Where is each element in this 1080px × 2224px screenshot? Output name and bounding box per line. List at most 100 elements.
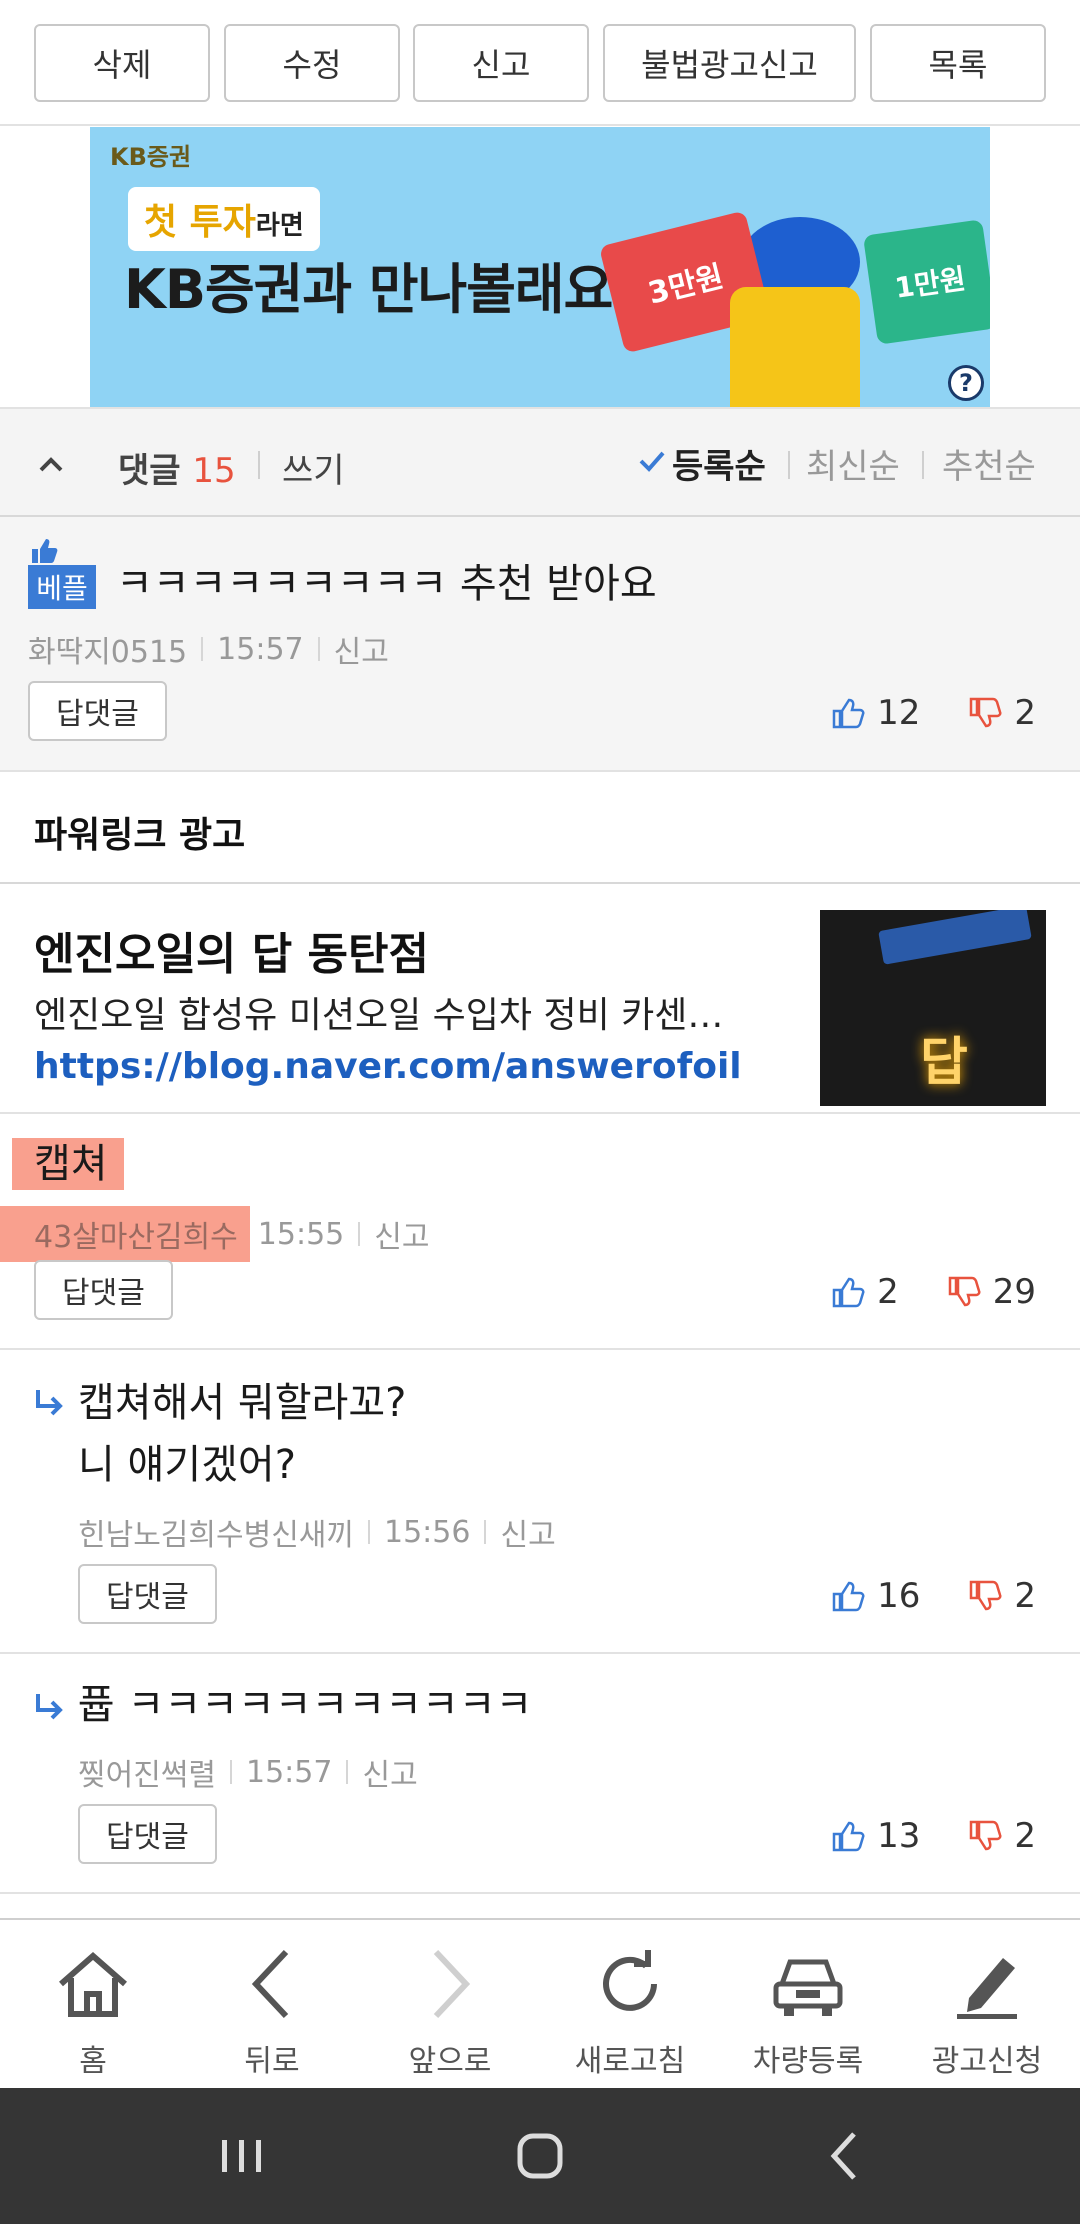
nav-home[interactable]: 홈 (3, 1920, 183, 2090)
comment-text: ㅋㅋㅋㅋㅋㅋㅋㅋㅋ 추천 받아요 (116, 561, 657, 607)
chevron-up-icon[interactable] (36, 449, 66, 479)
comment-time: 15:55 (257, 1216, 345, 1252)
comment-author[interactable]: 43살마산김희수 (0, 1206, 250, 1262)
comment-meta: 찢어진썩렬 15:57 신고 (78, 1750, 418, 1794)
comment-meta: 43살마산김희수 15:55 신고 (0, 1206, 429, 1262)
comment-report-link[interactable]: 신고 (500, 1510, 555, 1554)
ad-help-icon[interactable]: ? (948, 365, 984, 401)
reply-item: 퓹 ㅋㅋㅋㅋㅋㅋㅋㅋㅋㅋㅋ 찢어진썩렬 15:57 신고 답댓글 13 2 (0, 1654, 1080, 1894)
comment-report-link[interactable]: 신고 (334, 627, 389, 671)
sort-recommended[interactable]: 추천순 (942, 439, 1036, 488)
comment-votes: 2 29 (831, 1272, 1036, 1312)
reply-item: 캡쳐해서 뭐할라꼬? 니 얘기겠어? 힌남노김희수병신새끼 15:56 신고 답… (0, 1350, 1080, 1654)
comment-author[interactable]: 찢어진썩렬 (78, 1750, 216, 1794)
downvote-button[interactable]: 2 (968, 1576, 1036, 1616)
thumbs-down-icon (970, 1580, 1002, 1611)
home-button-icon[interactable] (500, 2116, 580, 2196)
nav-refresh[interactable]: 새로고침 (540, 1920, 720, 2090)
nav-ad-request[interactable]: 광고신청 (897, 1920, 1077, 2090)
powerlink-header: 파워링크 광고 (0, 772, 1080, 884)
upvote-button[interactable]: 16 (831, 1576, 920, 1616)
comments-label: 댓글 15 (118, 451, 236, 491)
upvote-button[interactable]: 2 (831, 1272, 899, 1312)
powerlink-title: 파워링크 광고 (34, 815, 246, 856)
banner-phone-illustration (730, 287, 860, 407)
post-action-bar: 삭제 수정 신고 불법광고신고 목록 (0, 0, 1080, 126)
comment-votes: 13 2 (831, 1816, 1036, 1856)
ad-image-text: 답 (920, 1033, 968, 1093)
best-comment-badge: 베플 (28, 535, 96, 613)
thumbs-up-icon (832, 1821, 865, 1852)
comment-item-best: 베플 ㅋㅋㅋㅋㅋㅋㅋㅋㅋ 추천 받아요 화딱지0515 15:57 신고 답댓글… (0, 517, 1080, 772)
thumbs-down-icon (970, 1820, 1002, 1851)
recent-apps-icon[interactable] (202, 2116, 282, 2196)
reply-arrow-icon (36, 1390, 63, 1416)
car-icon (773, 1959, 843, 2016)
powerlink-ad[interactable]: 엔진오일의 답 동탄점 엔진오일 합성유 미션오일 수입차 정비 카센… htt… (0, 884, 1080, 1114)
chevron-left-icon (251, 1949, 289, 2019)
comment-time: 15:57 (246, 1754, 333, 1790)
home-icon (59, 1952, 127, 2017)
reply-button[interactable]: 답댓글 (78, 1564, 217, 1624)
sort-registered[interactable]: 등록순 (672, 439, 766, 488)
nav-forward[interactable]: 앞으로 (360, 1920, 540, 2090)
reply-button[interactable]: 답댓글 (34, 1260, 173, 1320)
delete-button[interactable]: 삭제 (34, 24, 210, 102)
divider (788, 451, 790, 479)
list-button[interactable]: 목록 (870, 24, 1046, 102)
banner-headline: KB증권과 만나볼래요? (124, 258, 644, 321)
upvote-button[interactable]: 13 (831, 1816, 920, 1856)
comment-report-link[interactable]: 신고 (362, 1750, 417, 1794)
write-comment-link[interactable]: 쓰기 (282, 443, 345, 492)
divider (258, 451, 260, 479)
comment-report-link[interactable]: 신고 (374, 1212, 429, 1256)
comment-meta: 힌남노김희수병신새끼 15:56 신고 (78, 1510, 556, 1554)
ad-thumbnail[interactable]: 답 (820, 910, 1046, 1106)
back-button-icon[interactable] (806, 2116, 886, 2196)
check-icon (639, 451, 665, 472)
illegal-ad-report-button[interactable]: 불법광고신고 (603, 24, 856, 102)
refresh-icon (603, 1950, 657, 2011)
comment-text: 퓹 ㅋㅋㅋㅋㅋㅋㅋㅋㅋㅋㅋ (78, 1682, 533, 1728)
comment-meta: 화딱지0515 15:57 신고 (28, 627, 389, 671)
comment-text: 캡쳐해서 뭐할라꼬? 니 얘기겠어? (78, 1380, 407, 1488)
downvote-button[interactable]: 2 (968, 693, 1036, 733)
upvote-button[interactable]: 12 (831, 693, 920, 733)
ad-description: 엔진오일 합성유 미션오일 수입차 정비 카센… (34, 995, 724, 1036)
report-button[interactable]: 신고 (413, 24, 589, 102)
downvote-button[interactable]: 29 (947, 1272, 1036, 1312)
edit-button[interactable]: 수정 (224, 24, 400, 102)
divider (922, 451, 924, 479)
ad-url[interactable]: https://blog.naver.com/answerofoil (34, 1046, 742, 1087)
thumbs-up-icon (832, 698, 865, 729)
reply-button[interactable]: 답댓글 (78, 1804, 217, 1864)
ad-title[interactable]: 엔진오일의 답 동탄점 (34, 918, 429, 982)
sort-latest[interactable]: 최신순 (806, 439, 900, 488)
nav-back[interactable]: 뒤로 (182, 1920, 362, 2090)
comment-item: 캡쳐 43살마산김희수 15:55 신고 답댓글 2 29 (0, 1114, 1080, 1350)
banner-brand: KB증권 (110, 143, 192, 171)
pencil-icon (957, 1958, 1017, 2019)
comments-count: 15 (192, 451, 236, 491)
downvote-button[interactable]: 2 (968, 1816, 1036, 1856)
comment-author[interactable]: 화딱지0515 (28, 627, 187, 671)
reply-arrow-icon (36, 1694, 63, 1720)
banner-card-green: 1만원 (862, 219, 990, 345)
comments-header: 댓글 15 쓰기 등록순 최신순 추천순 (0, 407, 1080, 517)
chevron-right-icon (433, 1949, 471, 2019)
thumbs-down-icon (948, 1276, 981, 1307)
street-sign (878, 910, 1032, 965)
thumbs-down-icon (970, 697, 1002, 728)
comment-author[interactable]: 힌남노김희수병신새끼 (78, 1510, 354, 1554)
thumbs-up-icon (32, 539, 58, 563)
reply-button[interactable]: 답댓글 (28, 681, 167, 741)
comment-time: 15:56 (384, 1514, 471, 1550)
ad-banner[interactable]: KB증권 첫 투자라면 KB증권과 만나볼래요? 3만원 1만원 ? (90, 127, 990, 407)
comment-votes: 16 2 (831, 1576, 1036, 1616)
thumbs-up-icon (832, 1581, 865, 1612)
nav-register-car[interactable]: 차량등록 (718, 1920, 898, 2090)
comment-votes: 12 2 (831, 693, 1036, 733)
comment-text: 캡쳐 (12, 1138, 124, 1190)
comment-time: 15:57 (217, 631, 304, 667)
thumbs-up-icon (832, 1277, 865, 1308)
